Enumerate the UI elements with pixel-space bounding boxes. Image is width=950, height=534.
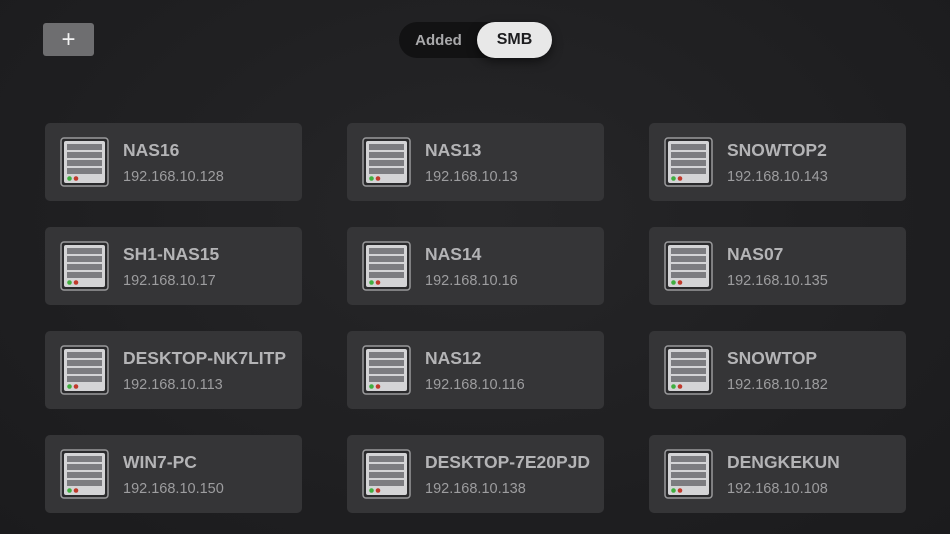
device-card[interactable]: NAS12 192.168.10.116	[347, 331, 604, 409]
device-card[interactable]: DESKTOP-7E20PJD 192.168.10.138	[347, 435, 604, 513]
server-icon	[60, 345, 109, 395]
device-card[interactable]: SH1-NAS15 192.168.10.17	[45, 227, 302, 305]
device-name: DESKTOP-7E20PJD	[425, 452, 591, 472]
device-name: WIN7-PC	[123, 452, 197, 472]
source-segmented-control: Added SMB	[399, 22, 552, 58]
device-card[interactable]: WIN7-PC 192.168.10.150	[45, 435, 302, 513]
device-card[interactable]: NAS13 192.168.10.13	[347, 123, 604, 201]
device-card[interactable]: SNOWTOP 192.168.10.182	[649, 331, 906, 409]
add-button[interactable]: +	[43, 23, 94, 56]
device-ip: 192.168.10.113	[123, 377, 223, 393]
device-ip: 192.168.10.16	[425, 273, 518, 289]
server-icon	[664, 345, 713, 395]
device-ip: 192.168.10.143	[727, 169, 828, 185]
device-ip: 192.168.10.13	[425, 169, 518, 185]
server-icon	[362, 241, 411, 291]
device-card[interactable]: NAS14 192.168.10.16	[347, 227, 604, 305]
server-icon	[664, 241, 713, 291]
device-name: DENGKEKUN	[727, 452, 840, 472]
device-ip: 192.168.10.135	[727, 273, 828, 289]
device-name: DESKTOP-NK7LITP	[123, 348, 287, 368]
device-ip: 192.168.10.182	[727, 377, 828, 393]
device-ip: 192.168.10.138	[425, 481, 526, 497]
device-ip: 192.168.10.116	[425, 377, 525, 393]
server-icon	[60, 241, 109, 291]
server-icon	[362, 345, 411, 395]
segment-smb[interactable]: SMB	[477, 22, 552, 58]
device-ip: 192.168.10.128	[123, 169, 224, 185]
device-card[interactable]: NAS07 192.168.10.135	[649, 227, 906, 305]
server-icon	[664, 449, 713, 499]
device-name: NAS14	[425, 244, 482, 264]
device-card[interactable]: SNOWTOP2 192.168.10.143	[649, 123, 906, 201]
server-icon	[362, 137, 411, 187]
device-name: NAS13	[425, 140, 482, 160]
device-card[interactable]: DENGKEKUN 192.168.10.108	[649, 435, 906, 513]
server-icon	[664, 137, 713, 187]
device-name: SNOWTOP2	[727, 140, 827, 160]
device-name: NAS07	[727, 244, 784, 264]
device-name: NAS12	[425, 348, 482, 368]
server-icon	[362, 449, 411, 499]
server-icon	[60, 449, 109, 499]
device-ip: 192.168.10.150	[123, 481, 224, 497]
device-name: SH1-NAS15	[123, 244, 220, 264]
device-ip: 192.168.10.108	[727, 481, 828, 497]
segment-added[interactable]: Added	[399, 22, 478, 58]
device-card[interactable]: NAS16 192.168.10.128	[45, 123, 302, 201]
device-name: NAS16	[123, 140, 180, 160]
device-name: SNOWTOP	[727, 348, 818, 368]
device-card[interactable]: DESKTOP-NK7LITP 192.168.10.113	[45, 331, 302, 409]
device-ip: 192.168.10.17	[123, 273, 216, 289]
server-icon	[60, 137, 109, 187]
